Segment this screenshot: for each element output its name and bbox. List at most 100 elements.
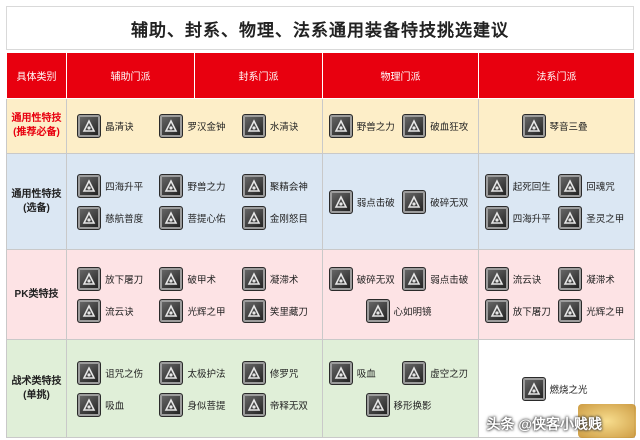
skill-label: 燃烧之光 — [549, 384, 588, 396]
skill-item[interactable]: 圣灵之甲 — [558, 205, 628, 230]
skill-emblem-icon — [241, 173, 266, 198]
skill-table: 具体类别 辅助门派 封系门派 物理门派 法系门派 通用性特技 (推荐必备) 晶清… — [6, 52, 635, 438]
skill-item[interactable]: 流云诀 — [484, 266, 555, 291]
skill-item[interactable]: 放下屠刀 — [77, 266, 147, 291]
skill-emblem-icon — [402, 189, 427, 214]
skill-item[interactable]: 起死回生 — [484, 173, 555, 198]
skill-emblem-icon — [558, 266, 583, 291]
skill-item[interactable]: 燃烧之光 — [521, 376, 592, 401]
skill-label: 笑里藏刀 — [269, 306, 308, 318]
skill-label: 罗汉金钟 — [187, 122, 226, 133]
skill-label: 金刚怒目 — [269, 213, 308, 225]
skill-label: 诅咒之伤 — [105, 368, 144, 380]
skill-item[interactable]: 琴音三叠 — [521, 114, 592, 138]
skill-label: 起死回生 — [512, 181, 551, 193]
skill-label: 菩提心佑 — [187, 213, 226, 225]
skill-label: 破碎无双 — [430, 197, 469, 209]
skill-label: 破碎无双 — [356, 274, 395, 286]
skill-item[interactable]: 慈航普度 — [77, 205, 147, 230]
skill-emblem-icon — [558, 173, 583, 198]
skill-item[interactable]: 破碎无双 — [402, 189, 472, 214]
row-optional: 通用性特技 (选备) 四海升平 野兽之力 聚精会神 慈航普度 菩提心佑 金刚怒目 弱点击破… — [6, 153, 635, 250]
header-seal: 封系门派 — [194, 52, 323, 99]
skill-label: 流云诀 — [105, 306, 134, 318]
skill-item[interactable]: 水清诀 — [241, 114, 312, 138]
cell-optional-physical: 弱点击破 破碎无双 — [322, 153, 479, 250]
skill-label: 吸血 — [105, 400, 125, 412]
skill-item[interactable]: 凝滞术 — [558, 266, 628, 291]
skill-emblem-icon — [521, 376, 546, 401]
cell-pk-magic: 流云诀 凝滞术放下屠刀 光辉之甲 — [478, 249, 635, 340]
skill-label: 放下屠刀 — [105, 274, 144, 286]
skill-item[interactable]: 修罗咒 — [241, 360, 312, 385]
cell-general-physical: 野兽之力 破血狂攻 — [322, 98, 479, 154]
skill-item[interactable]: 流云诀 — [77, 298, 147, 323]
skill-item[interactable]: 心如明镜 — [365, 298, 436, 323]
skill-item[interactable]: 诅咒之伤 — [77, 360, 147, 385]
cell-general-support-seal: 晶清诀 罗汉金钟 水清诀 — [66, 98, 323, 154]
skill-emblem-icon — [241, 298, 266, 323]
skill-emblem-icon — [77, 360, 102, 385]
skill-label: 修罗咒 — [269, 368, 299, 380]
skill-label: 四海升平 — [512, 213, 551, 225]
skill-emblem-icon — [328, 189, 353, 214]
skill-item[interactable]: 破碎无双 — [328, 266, 399, 291]
skill-emblem-icon — [484, 298, 509, 323]
skill-label: 放下屠刀 — [512, 306, 551, 318]
skill-item[interactable]: 光辉之甲 — [558, 298, 628, 323]
skill-item[interactable]: 弱点击破 — [328, 189, 399, 214]
skill-emblem-icon — [558, 298, 583, 323]
cell-pk-physical: 破碎无双 弱点击破心如明镜 — [322, 249, 479, 340]
skill-item[interactable]: 罗汉金钟 — [159, 114, 229, 138]
skill-item[interactable]: 四海升平 — [484, 205, 555, 230]
skill-item[interactable]: 晶清诀 — [77, 114, 147, 138]
cell-optional-magic: 起死回生 回魂咒四海升平 圣灵之甲 — [478, 153, 635, 250]
skill-label: 太极护法 — [187, 368, 226, 380]
skill-emblem-icon — [402, 266, 427, 291]
skill-item[interactable]: 金刚怒目 — [241, 205, 312, 230]
skill-label: 虚空之刃 — [430, 368, 469, 380]
skill-emblem-icon — [484, 205, 509, 230]
skill-emblem-icon — [484, 173, 509, 198]
skill-label: 慈航普度 — [105, 213, 144, 225]
skill-item[interactable]: 身似菩提 — [159, 392, 229, 417]
skill-label: 吸血 — [356, 368, 376, 380]
skill-item[interactable]: 菩提心佑 — [159, 205, 229, 230]
skill-emblem-icon — [159, 205, 184, 230]
skill-emblem-icon — [77, 298, 102, 323]
cell-general-magic: 琴音三叠 — [478, 98, 635, 154]
skill-emblem-icon — [77, 114, 102, 138]
skill-item[interactable]: 吸血 — [328, 360, 399, 385]
header-support: 辅助门派 — [66, 52, 195, 99]
skill-item[interactable]: 光辉之甲 — [159, 298, 229, 323]
skill-emblem-icon — [77, 205, 102, 230]
skill-item[interactable]: 破甲术 — [159, 266, 229, 291]
skill-item[interactable]: 太极护法 — [159, 360, 229, 385]
skill-item[interactable]: 凝滞术 — [241, 266, 312, 291]
skill-item[interactable]: 吸血 — [77, 392, 147, 417]
skill-emblem-icon — [521, 114, 546, 138]
skill-item[interactable]: 帝释无双 — [241, 392, 312, 417]
skill-item[interactable]: 聚精会神 — [241, 173, 312, 198]
skill-item[interactable]: 野兽之力 — [328, 114, 399, 138]
skill-item[interactable]: 破血狂攻 — [402, 114, 472, 138]
skill-emblem-icon — [365, 298, 390, 323]
skill-item[interactable]: 四海升平 — [77, 173, 147, 198]
skill-emblem-icon — [159, 360, 184, 385]
skill-item[interactable]: 放下屠刀 — [484, 298, 555, 323]
skill-item[interactable]: 弱点击破 — [402, 266, 472, 291]
skill-label: 弱点击破 — [356, 197, 395, 209]
skill-label: 心如明镜 — [393, 306, 432, 318]
skill-item[interactable]: 笑里藏刀 — [241, 298, 312, 323]
skill-emblem-icon — [558, 205, 583, 230]
skill-item[interactable]: 野兽之力 — [159, 173, 229, 198]
skill-emblem-icon — [241, 114, 266, 138]
skill-label: 帝释无双 — [269, 400, 308, 412]
skill-emblem-icon — [328, 266, 353, 291]
skill-item[interactable]: 移形换影 — [365, 392, 436, 417]
skill-emblem-icon — [328, 114, 353, 138]
skill-label: 野兽之力 — [187, 181, 226, 193]
skill-emblem-icon — [159, 173, 184, 198]
skill-item[interactable]: 虚空之刃 — [402, 360, 472, 385]
skill-item[interactable]: 回魂咒 — [558, 173, 628, 198]
